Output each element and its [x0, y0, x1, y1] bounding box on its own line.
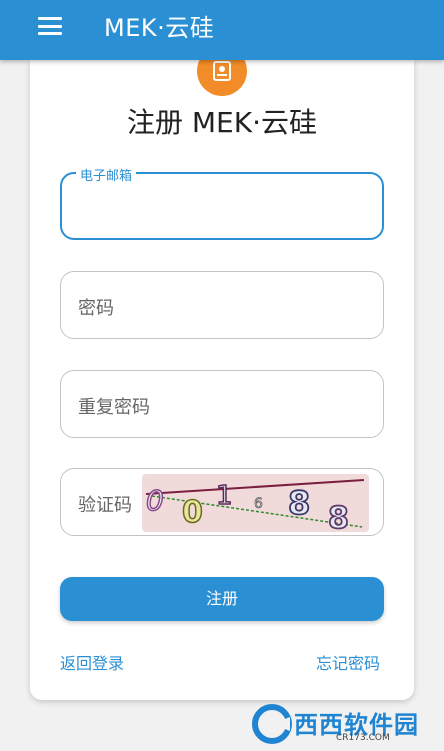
app-bar: MEK·云硅 [0, 0, 444, 60]
register-button[interactable]: 注册 [60, 577, 384, 621]
confirm-password-placeholder: 重复密码 [78, 397, 150, 418]
email-field[interactable]: 电子邮箱 [60, 165, 384, 240]
forgot-password-link[interactable]: 忘记密码 [316, 650, 380, 674]
watermark-logo-icon [252, 704, 292, 744]
app-title: MEK·云硅 [104, 14, 215, 42]
confirm-password-field[interactable]: 重复密码 [60, 370, 384, 438]
watermark-subtext: CR173.COM [336, 733, 390, 743]
captcha-char-1: 0 [146, 484, 164, 517]
watermark: 西西软件园 CR173.COM [250, 703, 430, 745]
captcha-char-5: 8 [288, 484, 310, 522]
email-field-label: 电子邮箱 [76, 165, 137, 184]
back-to-login-link[interactable]: 返回登录 [60, 650, 124, 674]
password-field[interactable]: 密码 [60, 271, 384, 339]
page-title: 注册 MEK·云硅 [126, 106, 317, 139]
captcha-char-2: 0 [182, 495, 203, 530]
captcha-char-3: 1 [216, 481, 233, 511]
captcha-char-4: 6 [254, 496, 263, 512]
captcha-image[interactable]: 0 0 1 6 8 8 [142, 474, 369, 532]
captcha-field[interactable]: 验证码 0 0 1 6 8 8 [60, 468, 384, 536]
menu-icon[interactable] [38, 17, 62, 35]
captcha-placeholder: 验证码 [78, 495, 132, 516]
captcha-char-6: 8 [328, 501, 349, 532]
password-placeholder: 密码 [78, 298, 114, 319]
